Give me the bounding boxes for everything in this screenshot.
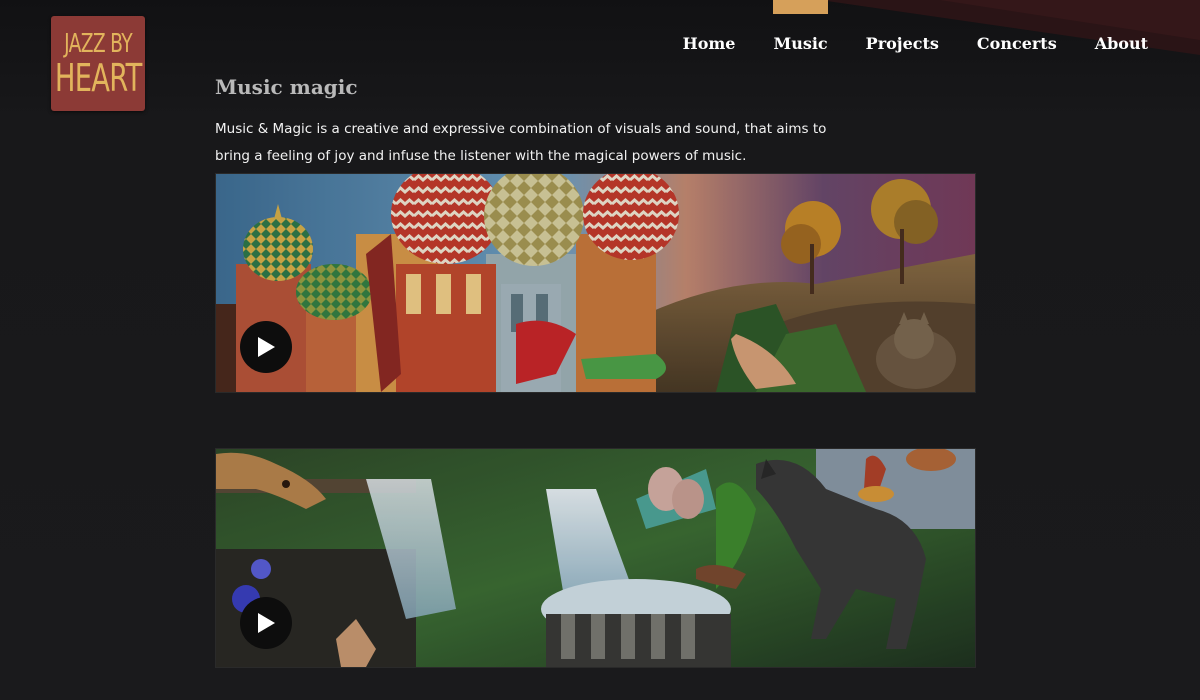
logo-text-line2: HEART	[54, 55, 142, 100]
nav-item-music[interactable]: Music	[773, 0, 828, 53]
collage-cathedral-landscape-icon	[216, 174, 975, 392]
main-nav: Home Music Projects Concerts About	[645, 0, 1148, 86]
nav-item-about[interactable]: About	[1095, 0, 1148, 53]
play-button-2[interactable]	[240, 597, 292, 649]
play-button-1[interactable]	[240, 321, 292, 373]
video-player-2[interactable]	[215, 448, 976, 668]
page: JAZZ BY HEART Home Music Projects Concer…	[0, 0, 1200, 700]
logo-text-line1: JAZZ BY	[64, 28, 133, 59]
nav-item-projects[interactable]: Projects	[866, 0, 939, 53]
play-icon	[258, 613, 275, 633]
nav-item-home[interactable]: Home	[683, 0, 736, 53]
collage-waterfall-horse-icon	[216, 449, 975, 667]
site-logo[interactable]: JAZZ BY HEART	[51, 16, 145, 111]
nav-item-concerts[interactable]: Concerts	[977, 0, 1057, 53]
video-player-1[interactable]	[215, 173, 976, 393]
page-title: Music magic	[215, 75, 358, 99]
intro-paragraph: Music & Magic is a creative and expressi…	[215, 121, 827, 164]
play-icon	[258, 337, 275, 357]
